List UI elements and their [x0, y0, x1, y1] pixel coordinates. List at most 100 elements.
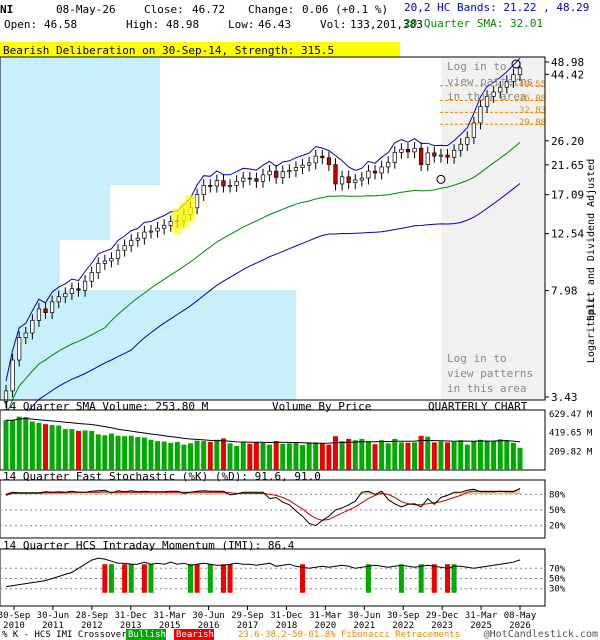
candle-body	[432, 152, 437, 157]
login-text-bot-2[interactable]: view patterns	[447, 367, 533, 380]
imi-crossover-bar	[188, 564, 194, 593]
x-tick-label: 28-Sep	[76, 611, 109, 621]
x-tick-label: 30-Jun	[37, 611, 70, 621]
x-tick-label: 29-Sep	[231, 611, 264, 621]
imi-ticks: 70%50%30%	[549, 564, 566, 594]
candle-body	[274, 170, 279, 178]
open-label: Open:	[4, 18, 37, 31]
volume-bar	[3, 420, 9, 470]
candle-body	[23, 332, 28, 338]
footer-brand[interactable]: @HotCandlestick.com	[484, 629, 598, 640]
candle-body	[227, 185, 233, 187]
stoch-tick-label: 20%	[549, 522, 566, 532]
price-panel: Log in to view patterns in this area Log…	[0, 56, 546, 452]
volume-bar	[326, 444, 332, 470]
close-label: Close:	[144, 3, 184, 16]
candle-body	[333, 164, 338, 185]
volume-bar	[214, 439, 220, 470]
candle-body	[419, 147, 424, 165]
candle-body	[50, 301, 55, 313]
candle-body	[267, 170, 272, 176]
candle-body	[425, 152, 430, 165]
candle-body	[10, 359, 15, 392]
stoch-label: 14 Quarter Fast Stochastic (%K) (%D): 91…	[3, 470, 321, 483]
volume-bar	[385, 443, 391, 470]
candle-body	[458, 143, 463, 151]
volume-bar	[517, 447, 523, 470]
imi-crossover-bar	[300, 564, 306, 593]
candle-body	[517, 67, 523, 76]
x-tick-label: 31-Mar	[465, 611, 498, 621]
login-text-bot-3[interactable]: in this area	[447, 382, 526, 395]
x-tick-label: 31-Dec	[115, 611, 148, 621]
login-text-bot-1[interactable]: Log in to	[447, 352, 507, 365]
candle-body	[69, 288, 74, 294]
fib-label-2: 36.08	[519, 94, 546, 104]
volume-tick-label: 209.82 M	[549, 447, 593, 457]
volume-bar	[56, 425, 62, 470]
candle-body	[56, 296, 61, 303]
volume-bar	[240, 441, 246, 470]
login-text-top-3[interactable]: in this area	[447, 90, 526, 103]
volume-bar	[398, 442, 404, 470]
volume-bar	[346, 438, 352, 470]
volume-bar	[194, 440, 200, 470]
candle-body	[109, 258, 114, 262]
volume-bar	[148, 439, 154, 470]
candle-body	[300, 164, 305, 168]
volume-bar	[260, 442, 266, 470]
x-tick-label: 30-Jun	[192, 611, 225, 621]
volume-bar	[280, 443, 286, 470]
volume-bar	[201, 441, 207, 470]
y-tick-label: 17.09	[551, 189, 584, 202]
volume-bar	[510, 442, 516, 470]
pattern-highlight	[185, 195, 196, 222]
candle-body	[313, 155, 318, 164]
candle-body	[353, 179, 358, 183]
volume-bar	[359, 438, 365, 470]
imi-crossover-bar	[148, 564, 154, 593]
volume-bar	[168, 442, 174, 470]
volume-bar	[135, 437, 141, 470]
footer-fib: 23.6-38.2-50-61.8% Fibonacci Retracement…	[238, 630, 460, 640]
imi-crossover-bar	[194, 564, 200, 593]
volume-bar	[253, 442, 259, 470]
volume-panel-border	[0, 409, 546, 471]
volume-bar	[102, 435, 108, 470]
period-label: QUARTERLY CHART	[428, 400, 528, 413]
volume-bar	[95, 434, 101, 470]
volume-bar	[438, 441, 444, 470]
candle-body	[155, 227, 160, 232]
volume-bar	[491, 441, 497, 470]
candle-body	[307, 162, 312, 166]
volume-bar	[220, 438, 226, 470]
imi-tick-label: 30%	[549, 585, 566, 595]
login-text-top-1[interactable]: Log in to	[447, 60, 507, 73]
imi-crossover-bar	[398, 564, 404, 593]
stoch-tick-label: 80%	[549, 490, 566, 500]
footer-crossover: % K - HCS IMI Crossover:	[2, 630, 132, 640]
candle-body	[399, 148, 404, 153]
imi-crossover-bar	[141, 564, 147, 593]
volume-bar	[10, 420, 16, 470]
volume-bar	[16, 416, 22, 470]
volume-bar	[352, 440, 358, 470]
header: NI 08-May-26 Close: 46.72 Change: 0.06 (…	[0, 1, 589, 31]
candle-body	[30, 320, 35, 334]
vbp-band	[0, 345, 296, 400]
close-value: 46.72	[192, 3, 225, 16]
x-tick-label: 29-Dec	[426, 611, 459, 621]
candle-body	[247, 177, 252, 180]
volume-bar	[293, 442, 299, 470]
volume-bar	[174, 441, 180, 470]
y-tick-label: 48.98	[551, 56, 584, 69]
volume-bar	[458, 440, 464, 470]
volume-tick-label: 419.65 M	[549, 429, 593, 439]
volume-bar	[181, 444, 187, 470]
volume-bar	[497, 439, 503, 470]
volume-bar	[234, 445, 240, 470]
vbp-label: Volume By Price	[272, 400, 371, 413]
candle-body	[43, 308, 48, 313]
candle-body	[326, 157, 331, 165]
volume-bar	[267, 444, 273, 470]
